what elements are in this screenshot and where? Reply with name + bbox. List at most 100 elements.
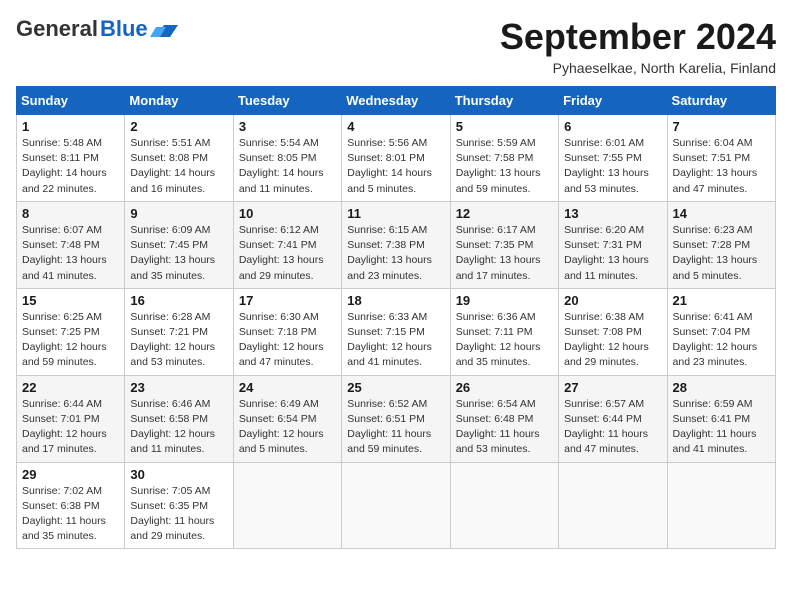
calendar-week-3: 15Sunrise: 6:25 AMSunset: 7:25 PMDayligh… [17,288,776,375]
calendar-cell: 30 Sunrise: 7:05 AMSunset: 6:35 PMDayligh… [125,462,233,549]
calendar-cell: 24Sunrise: 6:49 AMSunset: 6:54 PMDayligh… [233,375,341,462]
day-detail: Sunrise: 6:36 AMSunset: 7:11 PMDaylight:… [456,310,553,371]
col-header-sunday: Sunday [17,87,125,115]
calendar-cell: 4Sunrise: 5:56 AMSunset: 8:01 PMDaylight… [342,115,450,202]
day-detail: Sunrise: 6:33 AMSunset: 7:15 PMDaylight:… [347,310,444,371]
day-number: 2 [130,119,227,134]
calendar-cell: 28 Sunrise: 6:59 AMSunset: 6:41 PMDayligh… [667,375,775,462]
day-detail: Sunrise: 6:01 AMSunset: 7:55 PMDaylight:… [564,136,661,197]
col-header-tuesday: Tuesday [233,87,341,115]
col-header-saturday: Saturday [667,87,775,115]
calendar-cell: 9 Sunrise: 6:09 AMSunset: 7:45 PMDaylight… [125,201,233,288]
day-detail: Sunrise: 6:25 AMSunset: 7:25 PMDaylight:… [22,310,119,371]
day-number: 14 [673,206,770,221]
day-number: 16 [130,293,227,308]
day-number: 13 [564,206,661,221]
col-header-thursday: Thursday [450,87,558,115]
calendar-cell: 23 Sunrise: 6:46 AMSunset: 6:58 PMDayligh… [125,375,233,462]
day-number: 12 [456,206,553,221]
calendar-cell: 12Sunrise: 6:17 AMSunset: 7:35 PMDayligh… [450,201,558,288]
day-detail: Sunrise: 6:15 AMSunset: 7:38 PMDaylight:… [347,223,444,284]
header-row: SundayMondayTuesdayWednesdayThursdayFrid… [17,87,776,115]
day-number: 3 [239,119,336,134]
calendar-cell [667,462,775,549]
calendar-cell: 2 Sunrise: 5:51 AMSunset: 8:08 PMDaylight… [125,115,233,202]
day-number: 28 [673,380,770,395]
calendar-cell: 14 Sunrise: 6:23 AMSunset: 7:28 PMDayligh… [667,201,775,288]
day-detail: Sunrise: 5:56 AMSunset: 8:01 PMDaylight:… [347,136,444,197]
calendar-cell: 13Sunrise: 6:20 AMSunset: 7:31 PMDayligh… [559,201,667,288]
logo: General Blue [16,16,178,42]
day-detail: Sunrise: 6:28 AMSunset: 7:21 PMDaylight:… [130,310,227,371]
day-number: 10 [239,206,336,221]
day-detail: Sunrise: 6:49 AMSunset: 6:54 PMDaylight:… [239,397,336,458]
day-number: 19 [456,293,553,308]
calendar-cell: 6Sunrise: 6:01 AMSunset: 7:55 PMDaylight… [559,115,667,202]
calendar-cell [233,462,341,549]
day-detail: Sunrise: 7:05 AMSunset: 6:35 PMDaylight:… [130,484,227,545]
day-number: 17 [239,293,336,308]
calendar-cell: 19 Sunrise: 6:36 AMSunset: 7:11 PMDayligh… [450,288,558,375]
day-number: 29 [22,467,119,482]
calendar-cell: 7Sunrise: 6:04 AMSunset: 7:51 PMDaylight… [667,115,775,202]
calendar-cell: 17 Sunrise: 6:30 AMSunset: 7:18 PMDayligh… [233,288,341,375]
day-number: 25 [347,380,444,395]
day-detail: Sunrise: 6:54 AMSunset: 6:48 PMDaylight:… [456,397,553,458]
col-header-wednesday: Wednesday [342,87,450,115]
day-detail: Sunrise: 5:48 AMSunset: 8:11 PMDaylight:… [22,136,119,197]
calendar-cell: 21 Sunrise: 6:41 AMSunset: 7:04 PMDayligh… [667,288,775,375]
title-block: September 2024 Pyhaeselkae, North Kareli… [500,16,776,76]
calendar-body: 1Sunrise: 5:48 AMSunset: 8:11 PMDaylight… [17,115,776,549]
calendar-week-5: 29 Sunrise: 7:02 AMSunset: 6:38 PMDayligh… [17,462,776,549]
day-detail: Sunrise: 6:52 AMSunset: 6:51 PMDaylight:… [347,397,444,458]
day-number: 5 [456,119,553,134]
page-header: General Blue September 2024 Pyhaeselkae,… [16,16,776,76]
calendar-week-2: 8Sunrise: 6:07 AMSunset: 7:48 PMDaylight… [17,201,776,288]
day-detail: Sunrise: 6:46 AMSunset: 6:58 PMDaylight:… [130,397,227,458]
day-detail: Sunrise: 6:12 AMSunset: 7:41 PMDaylight:… [239,223,336,284]
day-number: 11 [347,206,444,221]
day-detail: Sunrise: 6:23 AMSunset: 7:28 PMDaylight:… [673,223,770,284]
day-number: 30 [130,467,227,482]
calendar-cell [559,462,667,549]
calendar-cell [450,462,558,549]
calendar-cell: 15Sunrise: 6:25 AMSunset: 7:25 PMDayligh… [17,288,125,375]
col-header-monday: Monday [125,87,233,115]
calendar-cell: 16 Sunrise: 6:28 AMSunset: 7:21 PMDayligh… [125,288,233,375]
day-number: 22 [22,380,119,395]
day-detail: Sunrise: 5:54 AMSunset: 8:05 PMDaylight:… [239,136,336,197]
logo-blue: Blue [100,16,148,42]
day-detail: Sunrise: 6:38 AMSunset: 7:08 PMDaylight:… [564,310,661,371]
calendar-cell: 20 Sunrise: 6:38 AMSunset: 7:08 PMDayligh… [559,288,667,375]
col-header-friday: Friday [559,87,667,115]
day-number: 21 [673,293,770,308]
calendar-cell: 1Sunrise: 5:48 AMSunset: 8:11 PMDaylight… [17,115,125,202]
calendar-cell: 10 Sunrise: 6:12 AMSunset: 7:41 PMDayligh… [233,201,341,288]
calendar-header: SundayMondayTuesdayWednesdayThursdayFrid… [17,87,776,115]
calendar-cell: 3 Sunrise: 5:54 AMSunset: 8:05 PMDaylight… [233,115,341,202]
day-detail: Sunrise: 6:41 AMSunset: 7:04 PMDaylight:… [673,310,770,371]
day-detail: Sunrise: 6:07 AMSunset: 7:48 PMDaylight:… [22,223,119,284]
day-number: 20 [564,293,661,308]
calendar-table: SundayMondayTuesdayWednesdayThursdayFrid… [16,86,776,549]
location-subtitle: Pyhaeselkae, North Karelia, Finland [500,60,776,76]
day-detail: Sunrise: 6:30 AMSunset: 7:18 PMDaylight:… [239,310,336,371]
calendar-cell: 27 Sunrise: 6:57 AMSunset: 6:44 PMDayligh… [559,375,667,462]
day-number: 26 [456,380,553,395]
day-detail: Sunrise: 6:57 AMSunset: 6:44 PMDaylight:… [564,397,661,458]
day-number: 7 [673,119,770,134]
day-detail: Sunrise: 5:59 AMSunset: 7:58 PMDaylight:… [456,136,553,197]
calendar-cell: 5 Sunrise: 5:59 AMSunset: 7:58 PMDaylight… [450,115,558,202]
day-detail: Sunrise: 6:09 AMSunset: 7:45 PMDaylight:… [130,223,227,284]
day-number: 27 [564,380,661,395]
day-detail: Sunrise: 5:51 AMSunset: 8:08 PMDaylight:… [130,136,227,197]
calendar-cell: 25 Sunrise: 6:52 AMSunset: 6:51 PMDayligh… [342,375,450,462]
calendar-cell: 22Sunrise: 6:44 AMSunset: 7:01 PMDayligh… [17,375,125,462]
logo-icon [150,19,178,39]
day-number: 9 [130,206,227,221]
calendar-cell: 26 Sunrise: 6:54 AMSunset: 6:48 PMDayligh… [450,375,558,462]
day-number: 23 [130,380,227,395]
day-detail: Sunrise: 6:59 AMSunset: 6:41 PMDaylight:… [673,397,770,458]
calendar-cell [342,462,450,549]
day-detail: Sunrise: 7:02 AMSunset: 6:38 PMDaylight:… [22,484,119,545]
